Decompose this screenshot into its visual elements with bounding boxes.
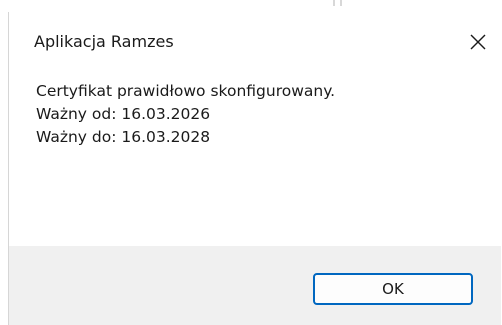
- window-title: Aplikacja Ramzes: [34, 32, 174, 51]
- ok-button[interactable]: OK: [313, 273, 473, 305]
- message-line-status: Certyfikat prawidłowo skonfigurowany.: [36, 82, 336, 100]
- message-text: Certyfikat prawidłowo skonfigurowany. Wa…: [36, 80, 335, 149]
- message-line-valid-to: Ważny do: 16.03.2028: [36, 128, 211, 146]
- title-bar: Aplikacja Ramzes: [9, 12, 501, 72]
- button-bar: OK: [9, 246, 501, 325]
- message-dialog: Aplikacja Ramzes Certyfikat prawidłowo s…: [8, 12, 501, 325]
- background-fragment: [333, 0, 342, 6]
- message-line-valid-from: Ważny od: 16.03.2026: [36, 105, 211, 123]
- close-icon: [470, 34, 486, 50]
- close-button[interactable]: [455, 12, 501, 72]
